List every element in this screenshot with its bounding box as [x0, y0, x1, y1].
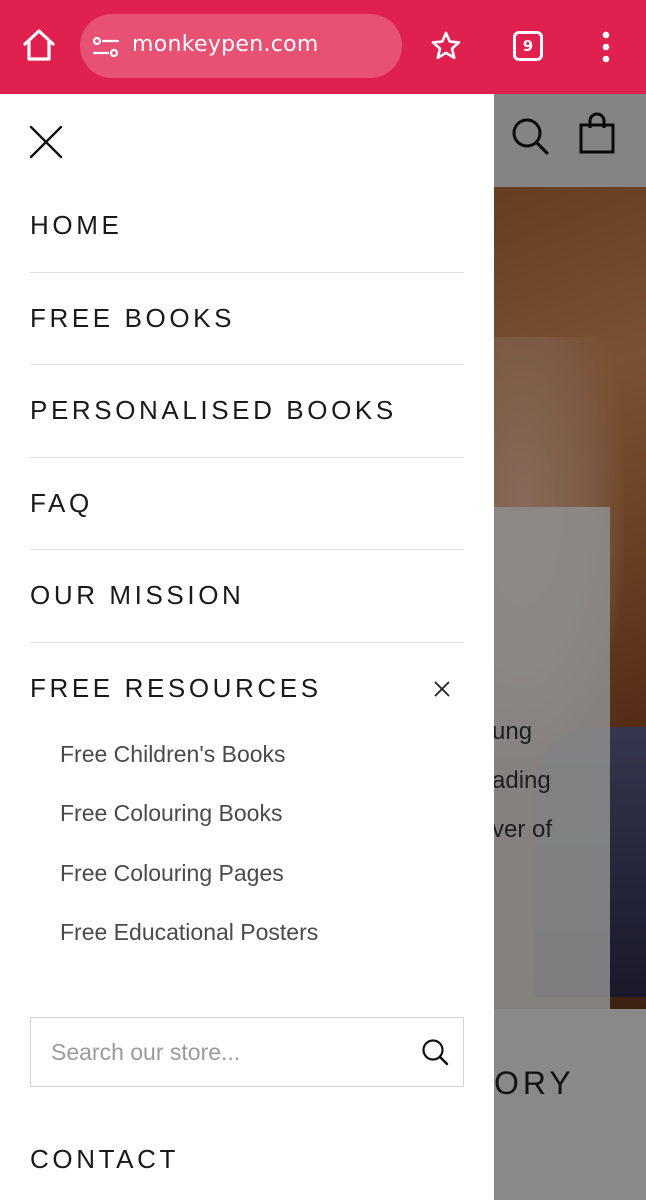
search-input[interactable]	[51, 1018, 411, 1086]
nav-item-label: FREE RESOURCES	[30, 672, 322, 703]
more-vert-icon[interactable]	[598, 30, 614, 64]
nav-item-our-mission[interactable]: OUR MISSION	[30, 550, 464, 643]
store-search	[30, 1017, 464, 1087]
nav-item-label: FREE BOOKS	[30, 302, 236, 333]
nav-item-label: OUR MISSION	[30, 580, 245, 611]
nav-item-label: HOME	[30, 210, 123, 241]
nav-item-home[interactable]: HOME	[30, 180, 464, 273]
nav-item-free-books[interactable]: FREE BOOKS	[30, 273, 464, 365]
nav-item-free-resources[interactable]: FREE RESOURCES	[30, 654, 464, 722]
nav-item-personalised-books[interactable]: PERSONALISED BOOKS	[30, 365, 464, 458]
close-icon[interactable]	[28, 124, 64, 160]
submenu-item-free-childrens-books[interactable]: Free Children's Books	[30, 725, 464, 784]
browser-toolbar: monkeypen.com 9	[0, 0, 646, 94]
nav-item-label: FAQ	[30, 487, 93, 518]
url-text: monkeypen.com	[132, 32, 319, 57]
collapse-close-icon[interactable]	[434, 681, 450, 697]
submenu-item-free-educational-posters[interactable]: Free Educational Posters	[30, 903, 464, 962]
nav-item-label: PERSONALISED BOOKS	[30, 395, 397, 426]
nav-drawer: HOME FREE BOOKS PERSONALISED BOOKS FAQ O…	[0, 94, 494, 1200]
bookmark-star-icon[interactable]	[430, 30, 462, 62]
tab-count: 9	[522, 37, 534, 55]
background-page: ung ading ver of ORY	[494, 94, 646, 1200]
site-settings-icon[interactable]	[92, 35, 120, 59]
drawer-overlay[interactable]	[494, 94, 646, 1200]
home-icon[interactable]	[20, 26, 58, 64]
submenu-item-free-colouring-books[interactable]: Free Colouring Books	[30, 784, 464, 843]
tab-switcher-button[interactable]: 9	[513, 31, 543, 61]
nav-item-contact[interactable]: CONTACT	[30, 1144, 179, 1175]
free-resources-submenu: Free Children's Books Free Colouring Boo…	[30, 725, 464, 962]
address-bar[interactable]: monkeypen.com	[80, 14, 402, 78]
submenu-item-free-colouring-pages[interactable]: Free Colouring Pages	[30, 844, 464, 903]
search-icon[interactable]	[421, 1038, 449, 1066]
main-nav: HOME FREE BOOKS PERSONALISED BOOKS FAQ O…	[30, 180, 464, 643]
free-resources-group: FREE RESOURCES Free Children's Books Fre…	[30, 654, 464, 962]
nav-item-faq[interactable]: FAQ	[30, 458, 464, 550]
